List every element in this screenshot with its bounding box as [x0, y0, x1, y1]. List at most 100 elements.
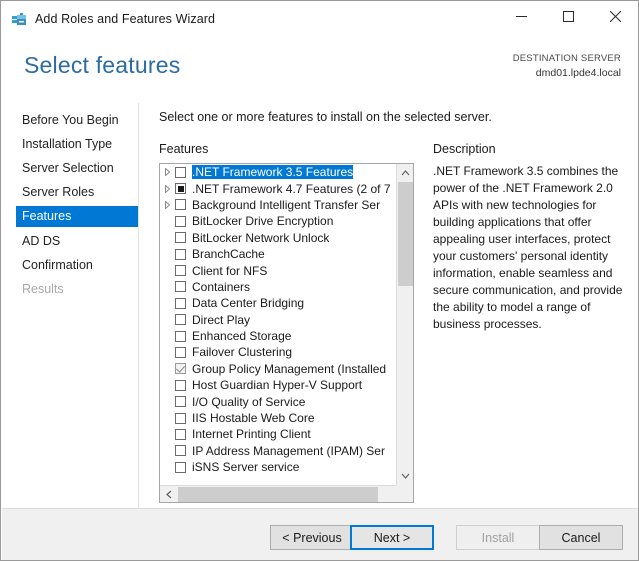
feature-row[interactable]: Data Center Bridging	[160, 295, 396, 311]
feature-label: Internet Printing Client	[192, 427, 311, 442]
feature-row[interactable]: Direct Play	[160, 312, 396, 328]
horizontal-scroll-thumb[interactable]	[178, 487, 378, 502]
feature-label: iSNS Server service	[192, 460, 300, 475]
feature-label: IIS Hostable Web Core	[192, 411, 315, 426]
features-horizontal-scrollbar[interactable]	[160, 485, 413, 502]
feature-label: BitLocker Network Unlock	[192, 230, 330, 245]
feature-label: IP Address Management (IPAM) Ser	[192, 443, 385, 458]
vertical-scroll-thumb[interactable]	[398, 182, 413, 286]
feature-checkbox[interactable]	[175, 297, 186, 309]
feature-row[interactable]: Client for NFS	[160, 262, 396, 278]
feature-row[interactable]: I/O Quality of Service	[160, 393, 396, 409]
feature-checkbox[interactable]	[175, 412, 186, 424]
feature-label: Direct Play	[192, 312, 251, 327]
feature-row[interactable]: Enhanced Storage	[160, 328, 396, 344]
title-bar: Add Roles and Features Wizard	[1, 1, 638, 40]
feature-checkbox[interactable]	[175, 215, 186, 227]
feature-label: Failover Clustering	[192, 345, 293, 360]
features-vertical-scrollbar[interactable]	[396, 164, 413, 485]
description-column-label: Description	[433, 142, 496, 156]
feature-row[interactable]: BranchCache	[160, 246, 396, 262]
wizard-content: Select one or more features to install o…	[139, 103, 638, 508]
install-button: Install	[456, 525, 540, 550]
sidebar-item-confirmation[interactable]: Confirmation	[16, 254, 138, 275]
feature-row[interactable]: Internet Printing Client	[160, 426, 396, 442]
next-button[interactable]: Next >	[350, 525, 434, 550]
expand-arrow-icon[interactable]	[160, 184, 175, 193]
feature-row[interactable]: BitLocker Network Unlock	[160, 230, 396, 246]
feature-checkbox[interactable]	[175, 265, 186, 277]
feature-checkbox[interactable]	[175, 281, 186, 293]
feature-checkbox[interactable]	[175, 428, 186, 440]
close-button[interactable]	[593, 1, 638, 31]
feature-checkbox[interactable]	[175, 166, 186, 178]
instruction-text: Select one or more features to install o…	[159, 110, 492, 124]
feature-label: I/O Quality of Service	[192, 394, 306, 409]
description-text: .NET Framework 3.5 combines the power of…	[433, 164, 623, 332]
feature-row[interactable]: IP Address Management (IPAM) Ser	[160, 443, 396, 459]
sidebar-item-before-you-begin[interactable]: Before You Begin	[16, 109, 138, 130]
sidebar-item-installation-type[interactable]: Installation Type	[16, 133, 138, 154]
feature-checkbox[interactable]	[175, 232, 186, 244]
feature-row[interactable]: Failover Clustering	[160, 344, 396, 360]
feature-label: Client for NFS	[192, 263, 268, 278]
feature-checkbox[interactable]	[175, 396, 186, 408]
wizard-steps-sidebar: Before You Begin Installation Type Server …	[2, 103, 139, 508]
features-list-viewport[interactable]: .NET Framework 3.5 Features .NET Framewor…	[160, 164, 396, 485]
destination-server-label: DESTINATION SERVER	[512, 53, 621, 64]
feature-label: Data Center Bridging	[192, 296, 305, 311]
feature-checkbox[interactable]	[175, 379, 186, 391]
wizard-footer: < Previous Next > Install Cancel	[2, 508, 638, 560]
sidebar-item-server-roles[interactable]: Server Roles	[16, 182, 138, 203]
wizard-header: Select features DESTINATION SERVER dmd01…	[2, 40, 638, 103]
feature-checkbox[interactable]	[175, 363, 186, 375]
feature-row[interactable]: .NET Framework 3.5 Features	[160, 164, 396, 180]
feature-row[interactable]: Host Guardian Hyper-V Support	[160, 377, 396, 393]
expand-arrow-icon[interactable]	[160, 200, 175, 209]
feature-row[interactable]: IIS Hostable Web Core	[160, 410, 396, 426]
expand-arrow-icon[interactable]	[160, 168, 175, 177]
feature-checkbox[interactable]	[175, 330, 186, 342]
scroll-down-icon[interactable]	[397, 467, 413, 485]
sidebar-item-results: Results	[22, 281, 64, 296]
feature-row[interactable]: Background Intelligent Transfer Ser	[160, 197, 396, 213]
feature-row[interactable]: iSNS Server service	[160, 459, 396, 475]
scroll-up-icon[interactable]	[397, 164, 413, 182]
feature-checkbox[interactable]	[175, 314, 186, 326]
feature-label: Enhanced Storage	[192, 329, 292, 344]
scroll-left-icon[interactable]	[160, 486, 178, 502]
destination-server-block: DESTINATION SERVER dmd01.lpde4.local	[513, 53, 621, 80]
feature-label: Group Policy Management (Installed	[192, 361, 387, 376]
feature-checkbox[interactable]	[175, 199, 186, 211]
feature-label: BitLocker Drive Encryption	[192, 214, 334, 229]
features-column-label: Features	[159, 142, 209, 156]
feature-row[interactable]: BitLocker Drive Encryption	[160, 213, 396, 229]
maximize-button[interactable]	[546, 1, 591, 31]
feature-checkbox[interactable]	[175, 183, 186, 195]
scrollbar-corner	[396, 485, 413, 502]
feature-checkbox[interactable]	[175, 248, 186, 260]
feature-row[interactable]: Containers	[160, 279, 396, 295]
feature-checkbox[interactable]	[175, 346, 186, 358]
feature-label: Host Guardian Hyper-V Support	[192, 378, 363, 393]
feature-label: Containers	[192, 279, 251, 294]
sidebar-item-features[interactable]: Features	[16, 205, 138, 227]
sidebar-item-ad-ds[interactable]: AD DS	[16, 230, 138, 251]
add-roles-features-wizard-window: Add Roles and Features Wizard Select fea…	[0, 0, 639, 561]
previous-button[interactable]: < Previous	[270, 525, 354, 550]
feature-label: BranchCache	[192, 247, 265, 262]
feature-checkbox[interactable]	[175, 461, 186, 473]
features-listbox[interactable]: .NET Framework 3.5 Features .NET Framewor…	[159, 163, 414, 503]
feature-row[interactable]: .NET Framework 4.7 Features (2 of 7	[160, 180, 396, 196]
sidebar-item-server-selection[interactable]: Server Selection	[16, 157, 138, 178]
minimize-button[interactable]	[499, 1, 544, 31]
feature-label: .NET Framework 4.7 Features (2 of 7	[192, 181, 391, 196]
feature-checkbox[interactable]	[175, 445, 186, 457]
server-wizard-icon	[11, 12, 28, 28]
window-title: Add Roles and Features Wizard	[35, 12, 216, 26]
cancel-button[interactable]: Cancel	[539, 525, 623, 550]
destination-server-value: dmd01.lpde4.local	[535, 66, 621, 79]
feature-label: Background Intelligent Transfer Ser	[192, 197, 381, 212]
feature-row[interactable]: Group Policy Management (Installed	[160, 361, 396, 377]
wizard-body: Before You Begin Installation Type Server …	[2, 103, 638, 508]
